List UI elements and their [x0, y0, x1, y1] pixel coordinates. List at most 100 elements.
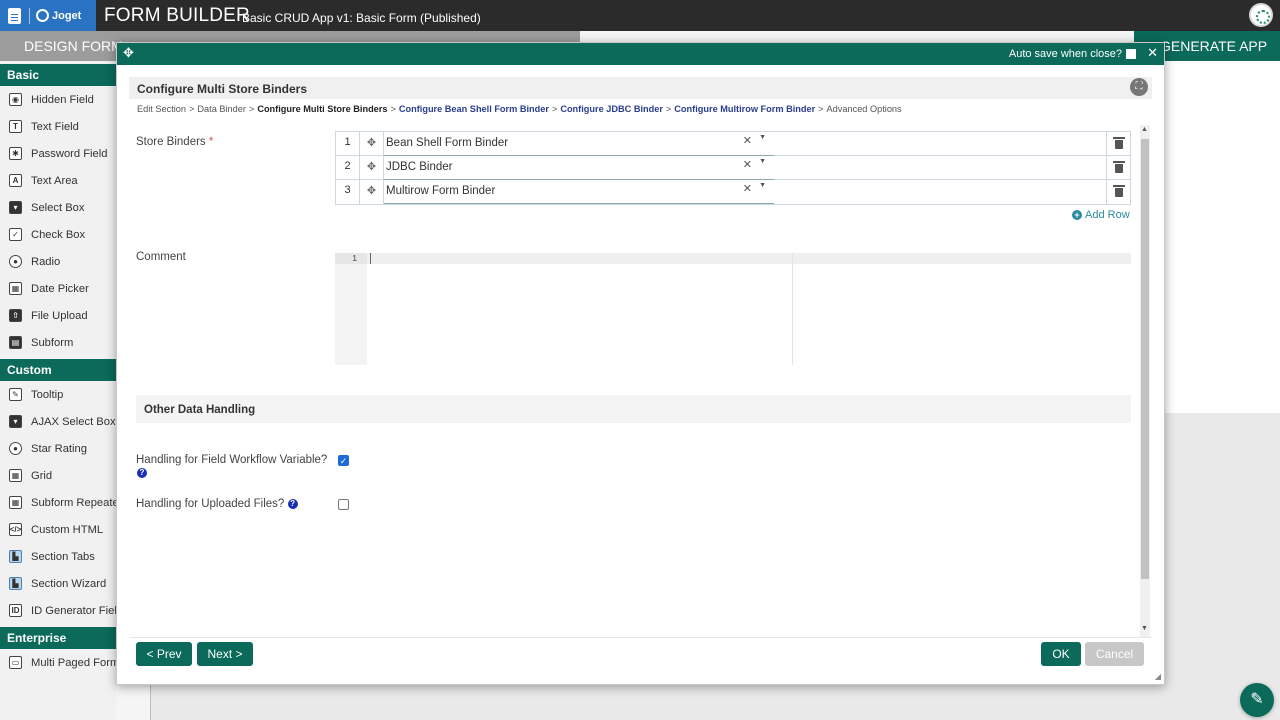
palette-item[interactable]: ▙ Section Wizard	[0, 570, 116, 597]
binder-select[interactable]: Multirow Form Binder ✕ ▼	[384, 180, 774, 204]
palette-item-label: Tooltip	[31, 388, 64, 401]
table-row: 1 ✥ Bean Shell Form Binder ✕ ▼	[336, 132, 1130, 156]
palette-item[interactable]: ✎ Tooltip	[0, 381, 116, 408]
editor-gutter: 1	[335, 253, 367, 365]
breadcrumb-item[interactable]: Configure Multi Store Binders	[257, 104, 387, 114]
breadcrumb-item[interactable]: Advanced Options	[827, 104, 902, 114]
user-avatar[interactable]	[1249, 3, 1273, 27]
breadcrumb-item[interactable]: Edit Section	[137, 104, 186, 114]
delete-row-button[interactable]	[1106, 156, 1130, 180]
add-row-button[interactable]: + Add Row	[1072, 209, 1130, 221]
comment-label: Comment	[136, 251, 186, 263]
palette-item[interactable]: ● Star Rating	[0, 435, 116, 462]
autosave-checkbox[interactable]	[1126, 49, 1136, 59]
edit-icon: ✎	[9, 388, 22, 401]
resize-handle-icon[interactable]: ◢	[1155, 672, 1161, 681]
subsection-title: Other Data Handling	[144, 404, 256, 416]
drag-handle-icon[interactable]: ✥	[360, 180, 384, 204]
palette-item[interactable]: ID ID Generator Field	[0, 597, 116, 624]
radio-icon: ●	[9, 255, 22, 268]
palette-item[interactable]: ▤ Subform	[0, 329, 116, 356]
binder-select-value: Multirow Form Binder	[386, 185, 496, 197]
cancel-button[interactable]: Cancel	[1085, 642, 1144, 666]
palette-item-label: Text Field	[31, 120, 79, 133]
delete-row-button[interactable]	[1106, 180, 1130, 204]
breadcrumb-item[interactable]: Configure Bean Shell Form Binder	[399, 104, 549, 114]
palette-item-label: Select Box	[31, 201, 85, 214]
binder-select-value: JDBC Binder	[386, 161, 453, 173]
autosave-toggle[interactable]: Auto save when close?	[1009, 48, 1136, 60]
help-icon[interactable]: ?	[287, 498, 298, 509]
palette-item[interactable]: ▙ Section Tabs	[0, 543, 116, 570]
eye-slash-icon: ◉	[9, 93, 22, 106]
logo-text: Joget	[52, 9, 82, 22]
footer-divider	[129, 637, 1152, 638]
palette-item-label: Multi Paged Form	[31, 656, 116, 669]
trash-icon	[1113, 137, 1125, 149]
workflow-variable-checkbox[interactable]: ✓	[338, 455, 349, 466]
clear-icon[interactable]: ✕	[743, 134, 752, 147]
palette-item[interactable]: ✱ Password Field	[0, 140, 116, 167]
fullscreen-icon[interactable]: ⛶	[1130, 78, 1148, 96]
code-icon: </>	[9, 523, 22, 536]
form-canvas	[1163, 61, 1280, 413]
other-data-handling-header: Other Data Handling	[136, 395, 1131, 423]
prev-button[interactable]: < Prev	[136, 642, 192, 666]
help-icon[interactable]: ?	[137, 468, 147, 478]
breadcrumb-item[interactable]: Configure Multirow Form Binder	[674, 104, 815, 114]
edit-fab-button[interactable]: ✎	[1240, 683, 1274, 717]
palette-item[interactable]: </> Custom HTML	[0, 516, 116, 543]
drag-handle-icon[interactable]: ✥	[360, 156, 384, 180]
workflow-variable-label: Handling for Field Workflow Variable?	[136, 454, 328, 466]
scrollbar-thumb[interactable]	[1141, 139, 1149, 579]
scroll-down-icon[interactable]: ▼	[1141, 625, 1148, 632]
palette-section-enterprise: Enterprise	[0, 627, 116, 649]
joget-logo[interactable]: Joget	[0, 0, 96, 31]
scroll-up-icon[interactable]: ▲	[1141, 126, 1148, 133]
chevron-down-icon[interactable]: ▼	[759, 182, 766, 189]
close-icon[interactable]: ✕	[1147, 45, 1158, 61]
palette-item[interactable]: T Text Field	[0, 113, 116, 140]
move-icon[interactable]: ✥	[123, 45, 134, 61]
breadcrumb-item[interactable]: Data Binder	[197, 104, 246, 114]
palette-item-label: Hidden Field	[31, 93, 94, 106]
uploaded-files-checkbox[interactable]	[338, 499, 349, 510]
palette-item[interactable]: A Text Area	[0, 167, 116, 194]
palette-item[interactable]: ▭ Multi Paged Form	[0, 649, 116, 676]
grid-icon: ▦	[9, 469, 22, 482]
clear-icon[interactable]: ✕	[743, 158, 752, 171]
ok-button[interactable]: OK	[1041, 642, 1081, 666]
chevron-down-icon[interactable]: ▼	[759, 158, 766, 165]
top-bar: Joget FORM BUILDER Basic CRUD App v1: Ba…	[0, 0, 1280, 31]
breadcrumb-item[interactable]: Configure JDBC Binder	[560, 104, 663, 114]
section-title: Configure Multi Store Binders	[137, 82, 308, 96]
row-number: 1	[336, 132, 360, 156]
dialog-scrollbar[interactable]: ▲ ▼	[1140, 125, 1150, 637]
palette-item-label: Password Field	[31, 147, 108, 160]
section-header: Configure Multi Store Binders ⛶	[129, 77, 1152, 99]
palette-item-label: Custom HTML	[31, 523, 104, 536]
comment-code-editor[interactable]: 1	[335, 253, 1131, 365]
palette-item[interactable]: ● Radio	[0, 248, 116, 275]
binder-select[interactable]: Bean Shell Form Binder ✕ ▼	[384, 132, 774, 156]
palette-item[interactable]: ▦ Date Picker	[0, 275, 116, 302]
clear-icon[interactable]: ✕	[743, 182, 752, 195]
palette-item-label: AJAX Select Box	[31, 415, 116, 428]
breadcrumb-separator: >	[248, 104, 255, 114]
palette-item[interactable]: ▦ Grid	[0, 462, 116, 489]
asterisk-icon: ✱	[9, 147, 22, 160]
chevron-down-icon[interactable]: ▼	[759, 134, 766, 141]
delete-row-button[interactable]	[1106, 132, 1130, 156]
palette-item-label: ID Generator Field	[31, 604, 116, 617]
palette-item[interactable]: ◉ Hidden Field	[0, 86, 116, 113]
palette-item[interactable]: ⇧ File Upload	[0, 302, 116, 329]
palette-item[interactable]: ▾ AJAX Select Box	[0, 408, 116, 435]
palette-item[interactable]: ▦ Subform Repeater	[0, 489, 116, 516]
palette-item[interactable]: ✓ Check Box	[0, 221, 116, 248]
binder-select[interactable]: JDBC Binder ✕ ▼	[384, 156, 774, 180]
drag-handle-icon[interactable]: ✥	[360, 132, 384, 156]
next-button[interactable]: Next >	[197, 642, 253, 666]
palette-item[interactable]: ▾ Select Box	[0, 194, 116, 221]
breadcrumb-separator: >	[189, 104, 195, 114]
editor-cursor	[370, 253, 371, 264]
